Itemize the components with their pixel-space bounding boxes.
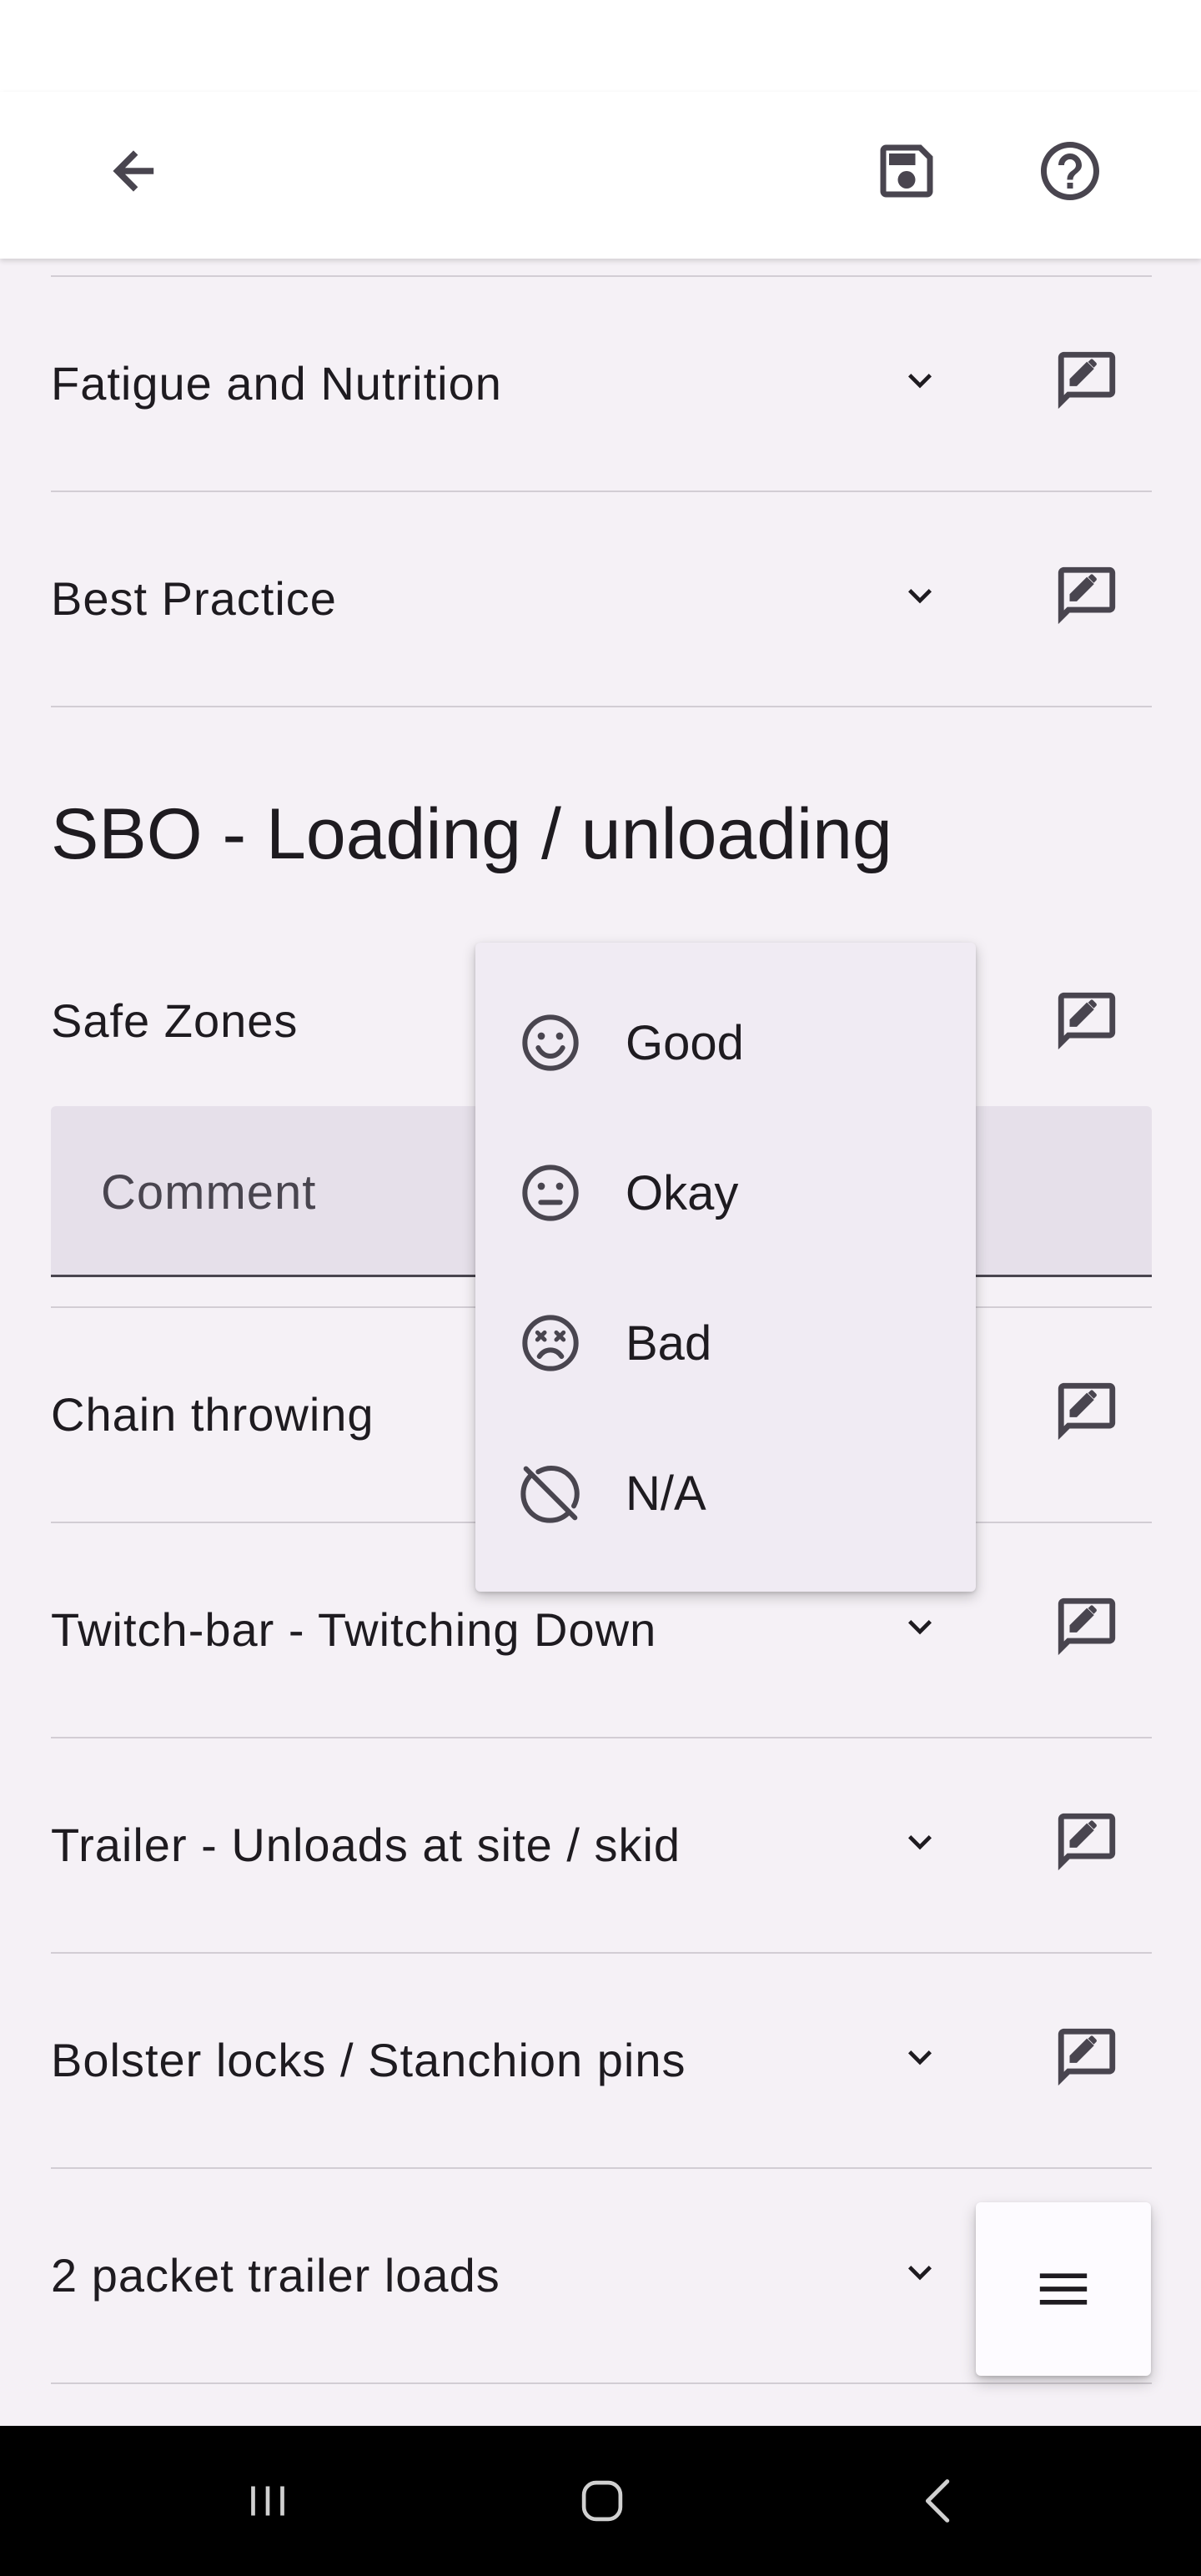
recent-apps-icon (251, 2486, 284, 2516)
checklist-row: Bolster locks / Stanchion pins (0, 1954, 1201, 2167)
row-label: Fatigue and Nutrition (51, 357, 502, 410)
row-label: Twitch-bar - Twitching Down (51, 1603, 657, 1656)
chevron-down-icon[interactable] (897, 2034, 943, 2080)
help-icon (1041, 142, 1099, 200)
rating-option-good[interactable]: Good (475, 968, 976, 1118)
rating-menu: Good Okay Bad N/A (475, 943, 976, 1592)
rate-review-icon[interactable] (1053, 1377, 1121, 1446)
divider (51, 2382, 1152, 2384)
chevron-down-icon[interactable] (897, 1603, 943, 1650)
chevron-down-icon[interactable] (897, 572, 943, 619)
comment-field-label: Comment (101, 1165, 317, 1220)
neutral-face-icon (522, 1165, 579, 1221)
system-navigation-bar (0, 2426, 1201, 2576)
row-label: Bolster locks / Stanchion pins (51, 2034, 686, 2086)
checklist-row: Trailer - Unloads at site / skid (0, 1738, 1201, 1952)
rating-option-na[interactable]: N/A (475, 1418, 976, 1568)
not-applicable-icon (520, 1466, 580, 1523)
recent-apps-button[interactable] (226, 2459, 309, 2543)
rating-option-okay[interactable]: Okay (475, 1118, 976, 1268)
save-icon (880, 144, 933, 198)
rating-option-bad[interactable]: Bad (475, 1268, 976, 1418)
dizzy-face-icon (522, 1315, 579, 1371)
smile-icon (522, 1014, 579, 1071)
chevron-down-icon[interactable] (897, 357, 943, 404)
status-bar (0, 0, 1201, 92)
rating-option-label: Good (626, 1015, 744, 1070)
checklist-row: Best Practice (0, 492, 1201, 706)
menu-fab[interactable] (976, 2202, 1151, 2376)
save-button[interactable] (865, 129, 948, 213)
home-button[interactable] (560, 2459, 644, 2543)
chevron-down-icon[interactable] (897, 2249, 943, 2296)
rate-review-icon[interactable] (1053, 561, 1121, 630)
rating-option-label: N/A (626, 1466, 706, 1521)
app-bar (0, 92, 1201, 259)
help-button[interactable] (1028, 129, 1112, 213)
menu-icon (1039, 2273, 1088, 2305)
row-label: 2 packet trailer loads (51, 2249, 500, 2302)
rate-review-icon[interactable] (1053, 987, 1121, 1055)
rating-option-label: Bad (626, 1316, 712, 1371)
rate-review-icon[interactable] (1053, 1808, 1121, 1876)
row-label: Trailer - Unloads at site / skid (51, 1819, 681, 1871)
section-title: SBO - Loading / unloading (51, 794, 892, 874)
rating-option-label: Okay (626, 1165, 739, 1220)
row-label: Safe Zones (51, 994, 299, 1047)
arrow-back-icon (113, 150, 154, 192)
back-button[interactable] (92, 129, 175, 213)
chevron-left-icon (925, 2479, 950, 2523)
divider (51, 706, 1152, 707)
chevron-down-icon[interactable] (897, 1819, 943, 1865)
row-label: Chain throwing (51, 1388, 374, 1441)
rate-review-icon[interactable] (1053, 1592, 1121, 1661)
home-icon (581, 2480, 623, 2522)
row-label: Best Practice (51, 572, 337, 625)
system-back-button[interactable] (898, 2459, 982, 2543)
rate-review-icon[interactable] (1053, 346, 1121, 415)
rate-review-icon[interactable] (1053, 2023, 1121, 2091)
checklist-row: Fatigue and Nutrition (0, 277, 1201, 491)
